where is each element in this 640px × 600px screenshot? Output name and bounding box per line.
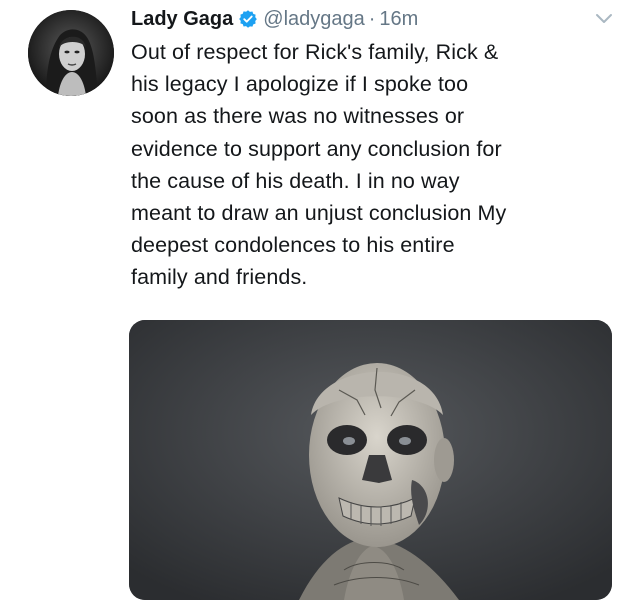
tweet-text: Out of respect for Rick's family, Rick &… [131,36,621,294]
tweet-text-line: his legacy I apologize if I spoke too [131,72,469,97]
author-display-name[interactable]: Lady Gaga [131,8,233,31]
separator-dot: · [368,7,376,30]
tweet-text-line: soon as there was no witnesses or [131,104,465,129]
tweet-text-line: family and friends. [131,265,308,290]
author-handle[interactable]: @ladygaga [263,8,364,31]
avatar[interactable] [28,10,114,96]
tweet-media-image[interactable] [129,320,612,600]
tweet-text-line: meant to draw an unjust conclusion My [131,201,507,226]
chevron-down-icon[interactable] [594,12,614,26]
tweet-text-line: the cause of his death. I in no way [131,168,460,193]
tweet-header: Lady Gaga @ladygaga · 16m [131,4,418,34]
tweet-text-line: Out of respect for Rick's family, Rick & [131,40,499,64]
verified-badge-icon [238,9,258,29]
tweet-timestamp[interactable]: 16m [379,8,418,31]
tweet-text-line: evidence to support any conclusion for [131,136,502,161]
tweet: Lady Gaga @ladygaga · 16m Out of respect… [0,0,640,600]
tweet-text-line: deepest condolences to his entire [131,233,455,258]
